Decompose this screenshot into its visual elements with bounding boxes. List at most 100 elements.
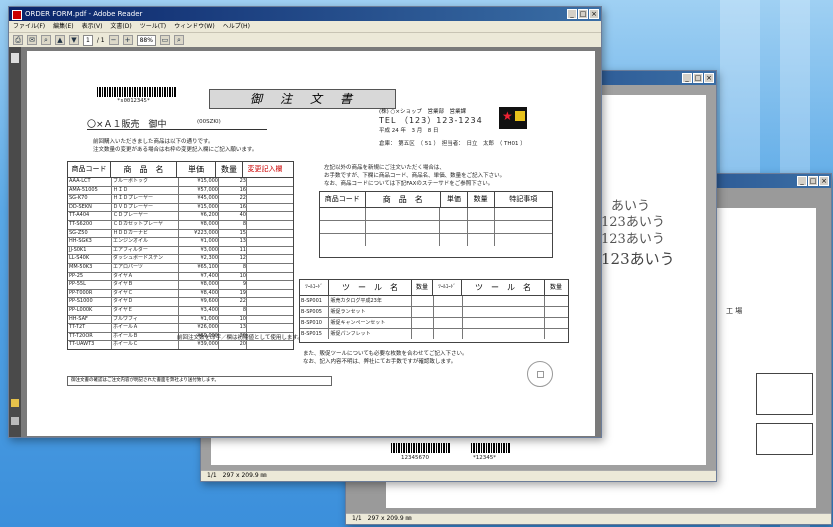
table-row[interactable]: TT-S6200 ＣＤカセットプレーヤ ¥8,000 8 bbox=[68, 220, 293, 230]
menu-file[interactable]: ファイル(F) bbox=[13, 21, 45, 32]
table-row[interactable]: HH-SAF ブルワフィ ¥1,000 10 bbox=[68, 315, 293, 325]
change-entry-cell[interactable] bbox=[247, 281, 292, 289]
table-row[interactable] bbox=[320, 221, 552, 234]
change-entry-cell[interactable] bbox=[247, 255, 292, 263]
table-cell[interactable] bbox=[545, 318, 568, 328]
maximize-button[interactable]: □ bbox=[578, 9, 588, 19]
table-cell[interactable] bbox=[545, 307, 568, 317]
change-entry-cell[interactable] bbox=[247, 195, 292, 203]
zoom-select[interactable]: 88% bbox=[136, 34, 156, 46]
search-icon[interactable]: ⌕ bbox=[41, 35, 51, 45]
change-entry-cell[interactable] bbox=[247, 212, 292, 220]
menu-edit[interactable]: 編集(E) bbox=[53, 21, 73, 32]
menu-tools[interactable]: ツール(T) bbox=[140, 21, 166, 32]
table-cell: 23 bbox=[219, 178, 247, 186]
table-row[interactable]: AAA-LCT ブルーボトック ¥15,000 23 bbox=[68, 178, 293, 187]
table-row[interactable] bbox=[320, 234, 552, 246]
maximize-button[interactable]: □ bbox=[808, 176, 818, 186]
menu-window[interactable]: ウィンドウ(W) bbox=[174, 21, 215, 32]
change-entry-cell[interactable] bbox=[247, 324, 292, 332]
page-size: 297 x 209.9 ㎜ bbox=[367, 515, 412, 522]
table-row[interactable]: B-SP010 販促キャンペーンセット bbox=[300, 318, 568, 329]
next-page-icon[interactable]: ▼ bbox=[69, 35, 79, 45]
table-cell[interactable] bbox=[545, 296, 568, 306]
table-row[interactable] bbox=[320, 208, 552, 221]
table-row[interactable]: AMA-51005 ＨＩＤ ¥57,000 16 bbox=[68, 186, 293, 196]
table-cell: TT-A404 bbox=[68, 212, 112, 220]
change-entry-cell[interactable] bbox=[247, 238, 292, 246]
order-date: 平成 24 年 3 月 8 日 bbox=[379, 128, 439, 134]
change-entry-cell[interactable] bbox=[247, 298, 292, 306]
table-row[interactable]: SG-K70 ＨＩＤプレーヤー ¥45,000 22 bbox=[68, 195, 293, 204]
change-entry-cell[interactable] bbox=[247, 341, 292, 349]
pages-icon[interactable] bbox=[11, 53, 19, 63]
minimize-button[interactable]: _ bbox=[797, 176, 807, 186]
change-entry-cell[interactable] bbox=[247, 273, 292, 281]
menu-help[interactable]: ヘルプ(H) bbox=[223, 21, 250, 32]
close-button[interactable]: × bbox=[589, 9, 599, 19]
minimize-button[interactable]: _ bbox=[682, 73, 692, 83]
menu-view[interactable]: 表示(V) bbox=[82, 21, 103, 32]
fit-page-icon[interactable]: ▭ bbox=[159, 35, 170, 45]
table-row[interactable]: PP-L000K タイヤＥ ¥3,400 8 bbox=[68, 306, 293, 316]
table-cell: タイヤＥ bbox=[112, 306, 179, 315]
change-entry-cell[interactable] bbox=[247, 230, 292, 238]
document-area: *s0012345* 御 注 文 書 (株) ○×ショップ 営業部 営業課 TE… bbox=[9, 47, 601, 437]
table-cell: SG-K70 bbox=[68, 195, 112, 203]
find-icon[interactable]: ⌕ bbox=[173, 35, 184, 45]
change-entry-cell[interactable] bbox=[247, 307, 292, 315]
table-cell[interactable] bbox=[412, 318, 434, 328]
window-title: ORDER FORM.pdf - Adobe Reader bbox=[25, 10, 143, 18]
minimize-button[interactable]: _ bbox=[567, 9, 577, 19]
print-icon[interactable]: ⎙ bbox=[13, 35, 23, 45]
prev-page-icon[interactable]: ▲ bbox=[55, 35, 65, 45]
table-row[interactable]: HH-SGK3 エンジンオイル ¥1,000 13 bbox=[68, 238, 293, 247]
table-row[interactable]: B-SP005 販促ランセット bbox=[300, 307, 568, 318]
zoom-out-icon[interactable]: − bbox=[108, 35, 119, 45]
table-row[interactable]: DD-SEKN ＤＶＤプレーヤー ¥15,000 16 bbox=[68, 203, 293, 213]
table-cell: 22 bbox=[219, 298, 247, 306]
change-entry-cell[interactable] bbox=[247, 316, 292, 324]
table-cell[interactable] bbox=[412, 329, 434, 339]
email-icon[interactable]: ✉ bbox=[27, 35, 37, 45]
change-entry-cell[interactable] bbox=[247, 290, 292, 298]
table-row[interactable]: TT-A404 ＣＤプレーヤー ¥6,200 40 bbox=[68, 212, 293, 221]
navigation-panel[interactable] bbox=[9, 47, 21, 437]
form-box bbox=[756, 373, 813, 415]
table-row[interactable]: TT-UAWT3 ホイールＣ ¥39,000 20 bbox=[68, 341, 293, 349]
attachment-icon[interactable] bbox=[11, 417, 19, 425]
table-row[interactable]: JJ-S0K1 エアフィルター ¥3,000 11 bbox=[68, 246, 293, 256]
table-cell[interactable] bbox=[412, 296, 434, 306]
table-cell[interactable] bbox=[545, 329, 568, 339]
table-row[interactable]: PP-25 タイヤＡ ¥7,400 10 bbox=[68, 272, 293, 282]
change-entry-cell[interactable] bbox=[247, 187, 292, 195]
table-cell: 15 bbox=[219, 229, 247, 238]
table-row[interactable]: TT-T2T ホイールＡ ¥26,000 13 bbox=[68, 324, 293, 333]
change-entry-cell[interactable] bbox=[247, 221, 292, 229]
close-button[interactable]: × bbox=[704, 73, 714, 83]
table-cell[interactable] bbox=[412, 307, 434, 317]
change-entry-cell[interactable] bbox=[247, 178, 292, 186]
table-row[interactable]: SG-Z50 ＨＤＤカーナビ ¥223,000 15 bbox=[68, 229, 293, 239]
page-indicator: 1/1 bbox=[207, 472, 217, 479]
table-row[interactable]: LL-S40K ダッシュボードステン ¥2,300 12 bbox=[68, 255, 293, 264]
menu-document[interactable]: 文書(D) bbox=[110, 21, 131, 32]
comment-icon[interactable] bbox=[11, 399, 19, 407]
change-entry-cell[interactable] bbox=[247, 204, 292, 212]
page-number-input[interactable]: 1 bbox=[83, 34, 93, 46]
front-window[interactable]: ORDER FORM.pdf - Adobe Reader _ □ × ファイル… bbox=[8, 6, 602, 438]
change-entry-cell[interactable] bbox=[247, 264, 292, 272]
table-row[interactable]: PP-T000R タイヤＣ ¥8,400 19 bbox=[68, 289, 293, 299]
table-row[interactable]: PP-S1000 タイヤＤ ¥9,600 22 bbox=[68, 298, 293, 307]
change-entry-cell[interactable] bbox=[247, 247, 292, 255]
front-window-titlebar[interactable]: ORDER FORM.pdf - Adobe Reader _ □ × bbox=[9, 7, 601, 21]
maximize-button[interactable]: □ bbox=[693, 73, 703, 83]
table-row[interactable]: MM-50K3 エアロパーツ ¥65,100 8 bbox=[68, 263, 293, 273]
zoom-in-icon[interactable]: + bbox=[122, 35, 133, 45]
table-row[interactable]: PP-55L タイヤＢ ¥8,000 9 bbox=[68, 281, 293, 290]
close-button[interactable]: × bbox=[819, 176, 829, 186]
table-cell: 販促ランセット bbox=[329, 307, 412, 317]
table-row[interactable]: B-SP015 販促パンフレット bbox=[300, 329, 568, 339]
column-header: 単価 bbox=[177, 162, 216, 177]
table-row[interactable]: B-SP001 販売カタログ平成23年 bbox=[300, 296, 568, 307]
